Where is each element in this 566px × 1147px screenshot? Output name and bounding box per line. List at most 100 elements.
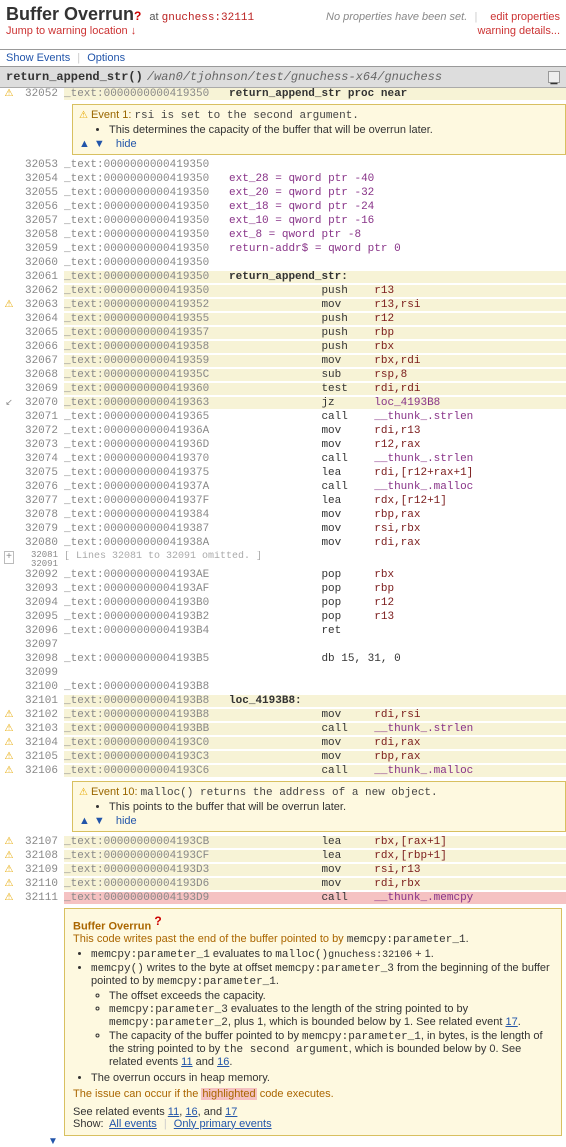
line-number: 32109	[18, 864, 64, 876]
code-cell: _text:00000000004193B0 pop r12	[64, 597, 566, 609]
line-number: 32066	[18, 341, 64, 353]
event-link-11[interactable]: 11	[181, 1056, 192, 1068]
code-cell: _text:0000000000419365 call __thunk_.str…	[64, 411, 566, 423]
help-icon[interactable]: ?	[154, 914, 161, 928]
code-row: 32053_text:0000000000419350	[0, 159, 566, 173]
jump-to-warning-link[interactable]: Jump to warning location ↓	[6, 25, 136, 37]
code-cell: _text:000000000041936A mov rdi,r13	[64, 425, 566, 437]
event-hide-link[interactable]: hide	[116, 138, 137, 150]
event-hide-link[interactable]: hide	[116, 815, 137, 827]
code-row: 32068_text:000000000041935C sub rsp,8	[0, 369, 566, 383]
line-number: 32062	[18, 285, 64, 297]
warning-icon: ⚠	[5, 766, 14, 777]
omitted-lines: [ Lines 32081 to 32091 omitted. ]	[64, 551, 566, 562]
warning-icon: ⚠	[5, 710, 14, 721]
code-cell: _text:00000000004193C0 mov rdi,rax	[64, 737, 566, 749]
event-prev-icon[interactable]: ▲	[79, 138, 90, 150]
line-number: 32095	[18, 611, 64, 623]
event-link-16[interactable]: 16	[185, 1106, 197, 1118]
code-cell: _text:00000000004193B4 ret	[64, 625, 566, 637]
show-all-events[interactable]: All events	[109, 1118, 157, 1130]
code-cell: _text:0000000000419370 call __thunk_.str…	[64, 453, 566, 465]
line-number: 32098	[18, 653, 64, 665]
line-number: 32061	[18, 271, 64, 283]
event-prev-icon[interactable]: ▲	[79, 815, 90, 827]
minimize-icon[interactable]: ▁	[548, 71, 560, 83]
at-location[interactable]: gnuchess:32111	[162, 12, 254, 24]
code-cell: _text:000000000041936D mov r12,rax	[64, 439, 566, 451]
options-link[interactable]: Options	[87, 52, 125, 64]
code-row: 32065_text:0000000000419357 push rbp	[0, 327, 566, 341]
code-row: 32056_text:0000000000419350 ext_18 = qwo…	[0, 201, 566, 215]
code-cell: _text:0000000000419350 return_append_str…	[64, 271, 566, 283]
code-cell: _text:000000000041938A mov rdi,rax	[64, 537, 566, 549]
code-cell: _text:00000000004193B8	[64, 681, 566, 693]
warning-details-link[interactable]: warning details...	[477, 25, 560, 37]
event-box: ⚠ Event 1: rsi is set to the second argu…	[72, 104, 566, 155]
edit-properties-link[interactable]: edit properties	[490, 11, 560, 23]
event-next-icon[interactable]: ▼	[94, 138, 105, 150]
line-number: 32059	[18, 243, 64, 255]
code-cell: _text:00000000004193AE pop rbx	[64, 569, 566, 581]
line-number: 32092	[18, 569, 64, 581]
event-link-17[interactable]: 17	[225, 1106, 237, 1118]
line-number: 32097	[18, 639, 64, 651]
code-row: 32097	[0, 639, 566, 653]
code-row: 32067_text:0000000000419359 mov rbx,rdi	[0, 355, 566, 369]
help-icon[interactable]: ?	[134, 9, 141, 23]
code-cell: _text:000000000041935C sub rsp,8	[64, 369, 566, 381]
code-row: ⚠32109_text:00000000004193D3 mov rsi,r13	[0, 864, 566, 878]
line-number: 32071	[18, 411, 64, 423]
code-cell: _text:0000000000419357 push rbp	[64, 327, 566, 339]
path-bar: return_append_str() /wan0/tjohnson/test/…	[0, 67, 566, 88]
line-number: 32075	[18, 467, 64, 479]
event-link-11[interactable]: 11	[168, 1106, 179, 1118]
function-name: return_append_str()	[6, 70, 143, 84]
line-number: 32099	[18, 667, 64, 679]
code-cell: _text:0000000000419350 return-addr$ = qw…	[64, 243, 566, 255]
code-row: 32064_text:0000000000419355 push r12	[0, 313, 566, 327]
event-link-16[interactable]: 16	[217, 1056, 229, 1068]
line-number: 32105	[18, 751, 64, 763]
defect-details-title: Buffer Overrun	[73, 921, 151, 933]
show-events-link[interactable]: Show Events	[6, 52, 70, 64]
event-box: ⚠ Event 10: malloc() returns the address…	[72, 781, 566, 832]
event-link-17[interactable]: 17	[505, 1016, 517, 1028]
code-row: ⚠32110_text:00000000004193D6 mov rdi,rbx	[0, 878, 566, 892]
nav-bar: Show Events | Options	[0, 49, 566, 67]
code-row: 32066_text:0000000000419358 push rbx	[0, 341, 566, 355]
line-number: 32052	[18, 88, 64, 100]
code-row: ⚠ 32111_text:00000000004193D9 call __thun…	[0, 892, 566, 906]
warning-icon: ⚠	[5, 893, 14, 904]
expand-icon[interactable]: +	[4, 551, 14, 564]
code-cell: _text:00000000004193D9 call __thunk_.mem…	[64, 892, 566, 904]
no-properties: No properties have been set.	[326, 11, 467, 23]
event-next-icon[interactable]: ▼	[94, 815, 105, 827]
line-number: 32101	[18, 695, 64, 707]
code-cell: _text:0000000000419359 mov rbx,rdi	[64, 355, 566, 367]
line-number: 32080	[18, 537, 64, 549]
code-cell: _text:0000000000419350	[64, 257, 566, 269]
line-number: 32065	[18, 327, 64, 339]
scroll-down-icon[interactable]: ▼	[48, 1136, 566, 1147]
code-row: ⚠32107_text:00000000004193CB lea rbx,[ra…	[0, 836, 566, 850]
code-row: 32076_text:000000000041937A call __thunk…	[0, 481, 566, 495]
code-row: 32059_text:0000000000419350 return-addr$…	[0, 243, 566, 257]
code-row: 32071_text:0000000000419365 call __thunk…	[0, 411, 566, 425]
line-number: 32069	[18, 383, 64, 395]
code-row: 32055_text:0000000000419350 ext_20 = qwo…	[0, 187, 566, 201]
code-row: 32057_text:0000000000419350 ext_10 = qwo…	[0, 215, 566, 229]
code-row: 32100_text:00000000004193B8	[0, 681, 566, 695]
line-number: 32070	[18, 397, 64, 409]
show-primary-events[interactable]: Only primary events	[174, 1118, 272, 1130]
code-cell: _text:0000000000419384 mov rbp,rax	[64, 509, 566, 521]
code-cell: _text:0000000000419363 jz loc_4193B8	[64, 397, 566, 409]
line-number: 32100	[18, 681, 64, 693]
code-row: 32098_text:00000000004193B5 db 15, 31, 0	[0, 653, 566, 667]
line-number: 32096	[18, 625, 64, 637]
line-number: 32056	[18, 201, 64, 213]
warning-icon: ⚠	[5, 724, 14, 735]
line-number: 32111	[18, 892, 64, 904]
code-row: 32078_text:0000000000419384 mov rbp,rax	[0, 509, 566, 523]
line-number: 32102	[18, 709, 64, 721]
